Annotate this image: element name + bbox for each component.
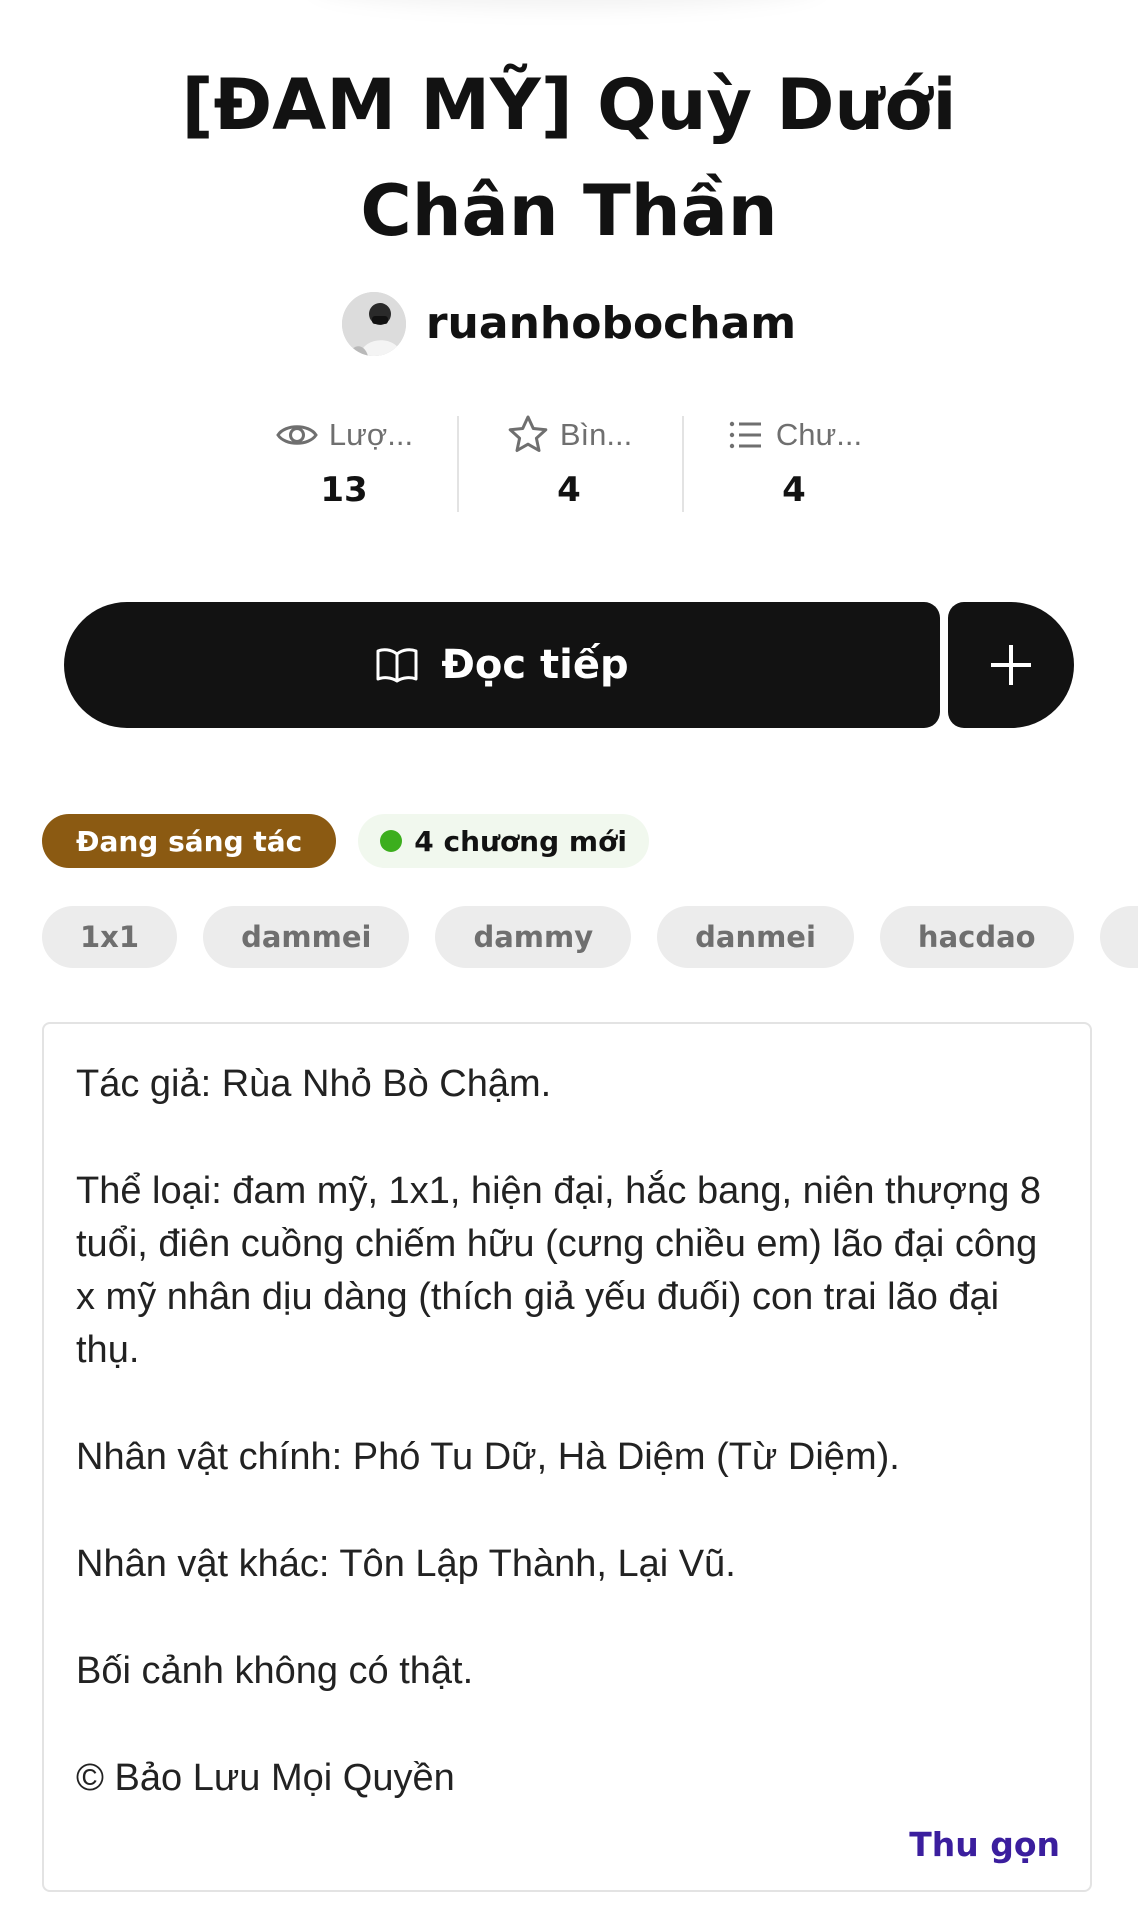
stat-votes-value: 4 bbox=[557, 470, 581, 510]
description-paragraph: © Bảo Lưu Mọi Quyền bbox=[76, 1757, 455, 1799]
tag-chip[interactable]: dammei bbox=[203, 906, 410, 968]
story-title: [ĐAM MỸ] Quỳ Dưới Chân Thần bbox=[181, 64, 957, 252]
description-text: Tác giả: Rùa Nhỏ Bò Chậm. Thể loại: đam … bbox=[76, 1058, 1062, 1859]
story-stats: Lượ... 13 Bìn... 4 Chư... 4 bbox=[0, 410, 1138, 520]
cover-shadow bbox=[312, 0, 822, 8]
continue-reading-label: Đọc tiếp bbox=[441, 642, 629, 688]
stat-chapters-value: 4 bbox=[782, 470, 806, 510]
continue-reading-button[interactable]: Đọc tiếp bbox=[64, 602, 940, 728]
author-name[interactable]: ruanhobocham bbox=[426, 302, 796, 346]
eye-icon bbox=[276, 425, 318, 445]
description-paragraph: Nhân vật chính: Phó Tu Dữ, Hà Diệm (Từ D… bbox=[76, 1436, 900, 1478]
stat-reads-value: 13 bbox=[320, 470, 368, 510]
add-to-library-button[interactable] bbox=[948, 602, 1074, 728]
ongoing-status-badge: Đang sáng tác bbox=[42, 814, 337, 868]
stat-chapters-label: Chư... bbox=[775, 417, 863, 452]
tag-list[interactable]: 1x1 dammei dammy danmei hacdao hiend bbox=[42, 906, 1138, 970]
stat-reads-label: Lượ... bbox=[328, 417, 414, 452]
stat-votes-label: Bìn... bbox=[559, 417, 633, 452]
status-badges: Đang sáng tác 4 chương mới bbox=[42, 814, 649, 868]
stat-chapters: Chư... 4 bbox=[681, 410, 907, 520]
stat-votes: Bìn... 4 bbox=[456, 410, 682, 520]
description-paragraph: Bối cảnh không có thật. bbox=[76, 1650, 474, 1692]
description-paragraph: Tác giả: Rùa Nhỏ Bò Chậm. bbox=[76, 1063, 552, 1105]
action-bar: Đọc tiếp bbox=[64, 602, 1074, 728]
author-avatar[interactable] bbox=[341, 292, 406, 356]
star-icon bbox=[508, 415, 548, 452]
list-icon bbox=[729, 421, 761, 449]
tag-chip[interactable]: 1x1 bbox=[42, 906, 178, 968]
tag-chip[interactable]: dammy bbox=[435, 906, 632, 968]
new-chapters-badge: 4 chương mới bbox=[358, 814, 649, 868]
avatar-image bbox=[341, 292, 406, 356]
tag-chip[interactable]: hacdao bbox=[879, 906, 1074, 968]
author-row[interactable]: ruanhobocham bbox=[0, 284, 1138, 364]
stat-reads: Lượ... 13 bbox=[232, 410, 457, 520]
book-icon bbox=[376, 648, 418, 683]
new-indicator-dot bbox=[380, 830, 403, 852]
plus-icon bbox=[991, 645, 1031, 685]
tag-chip[interactable]: danmei bbox=[657, 906, 854, 968]
description-panel: Tác giả: Rùa Nhỏ Bò Chậm. Thể loại: đam … bbox=[42, 1022, 1092, 1892]
tag-chip[interactable]: hiend bbox=[1099, 906, 1138, 968]
new-chapters-label: 4 chương mới bbox=[414, 824, 627, 858]
description-paragraph: Nhân vật khác: Tôn Lập Thành, Lại Vũ. bbox=[76, 1543, 736, 1585]
collapse-description-link[interactable]: Thu gọn bbox=[909, 1825, 1060, 1864]
description-paragraph: Thể loại: đam mỹ, 1x1, hiện đại, hắc ban… bbox=[76, 1170, 1042, 1371]
